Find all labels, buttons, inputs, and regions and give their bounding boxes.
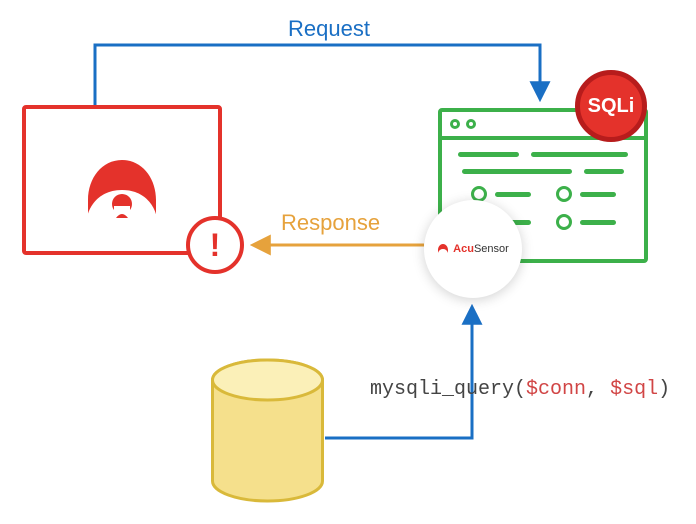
code-arg1: $conn <box>526 378 586 401</box>
item-bar <box>495 192 531 197</box>
scanner-logo-icon <box>82 152 162 222</box>
brand-prefix: Acu <box>453 243 474 255</box>
code-arg2: $sql <box>610 378 658 401</box>
request-label: Request <box>288 16 370 42</box>
response-label: Response <box>281 210 380 236</box>
item-bar <box>580 192 616 197</box>
sqli-label: SQLi <box>588 95 635 118</box>
content-line-row <box>458 169 628 174</box>
content-item-row <box>458 186 628 202</box>
acusensor-node: AcuSensor <box>424 200 522 298</box>
acusensor-label: AcuSensor <box>453 243 509 255</box>
item-circle-icon <box>556 186 572 202</box>
content-line <box>462 169 572 174</box>
alert-badge: ! <box>186 216 244 274</box>
db-to-sensor-arrow <box>325 308 472 438</box>
code-end: ) <box>658 378 670 401</box>
code-fn: mysqli_query( <box>370 378 526 401</box>
content-item <box>556 186 616 202</box>
titlebar-dot <box>466 119 476 129</box>
item-circle-icon <box>556 214 572 230</box>
request-arrow <box>95 45 540 105</box>
titlebar-dot <box>450 119 460 129</box>
sqli-badge: SQLi <box>575 70 647 142</box>
alert-icon: ! <box>210 229 221 261</box>
content-line-row <box>458 152 628 157</box>
code-snippet: mysqli_query($conn, $sql) <box>370 378 670 401</box>
content-line <box>531 152 628 157</box>
diagram-canvas: Request Response mysqli_query($conn, $sq… <box>0 0 696 524</box>
item-bar <box>580 220 616 225</box>
database-icon <box>210 358 325 503</box>
acusensor-logo-icon <box>437 243 449 255</box>
content-item <box>556 214 616 230</box>
content-line <box>584 169 624 174</box>
content-line <box>458 152 519 157</box>
brand-suffix: Sensor <box>474 243 509 255</box>
code-sep: , <box>586 378 610 401</box>
